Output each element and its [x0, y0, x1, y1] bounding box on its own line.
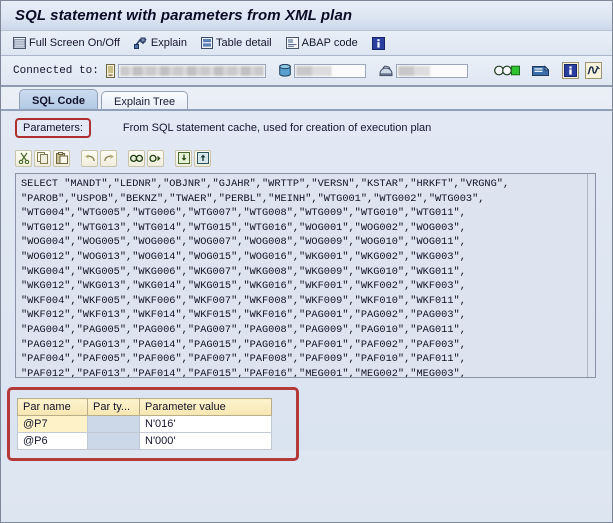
sql-code-line: "WTG004","WTG005","WTG006","WTG007","WTG… — [21, 207, 466, 220]
explain-label: Explain — [150, 37, 187, 49]
export-button[interactable] — [194, 149, 211, 167]
sql-code-line: "PAG012","PAG013","PAG014","PAG015","PAG… — [21, 338, 466, 351]
parameter-table[interactable]: Par name Par ty... Parameter value @P7 N… — [17, 398, 272, 450]
sql-code-line: "PAF012","PAF013","PAF014","PAF015","PAF… — [21, 367, 466, 377]
sql-code-line: "WKG012","WKG013","WKG014","WKG015","WKG… — [21, 280, 466, 293]
client-icon — [379, 64, 393, 77]
abap-code-label: ABAP code — [301, 37, 358, 49]
table-detail-icon — [200, 37, 213, 49]
import-button[interactable] — [175, 149, 192, 167]
connection-bar: Connected to: — [1, 56, 612, 87]
database-icon — [279, 64, 291, 77]
copy-icon — [36, 152, 49, 164]
page-title: SQL statement with parameters from XML p… — [15, 7, 353, 24]
system-name-field[interactable] — [117, 63, 266, 78]
sql-code-line: "PAG004","PAG005","PAG006","PAG007","PAG… — [21, 323, 466, 336]
table-header-row: Par name Par ty... Parameter value — [17, 398, 272, 416]
sql-code-line: "WKG004","WKG005","WKG006","WKG007","WKG… — [21, 265, 466, 278]
find-next-icon — [149, 153, 162, 164]
tab-sql-code[interactable]: SQL Code — [19, 89, 98, 111]
sql-code-line: SELECT "MANDT","LEDNR","OBJNR","GJAHR","… — [21, 178, 510, 190]
export-icon — [196, 152, 209, 164]
editor-toolbar — [1, 145, 612, 171]
parameters-description: From SQL statement cache, used for creat… — [122, 122, 432, 134]
sql-code-line: "WTG012","WTG013","WTG014","WTG015","WTG… — [21, 221, 466, 234]
sql-code-text[interactable]: SELECT "MANDT","LEDNR","OBJNR","GJAHR","… — [16, 174, 587, 377]
cell-par-name[interactable]: @P7 — [17, 415, 88, 433]
database-field[interactable] — [293, 63, 366, 78]
column-header-parameter-value[interactable]: Parameter value — [139, 398, 272, 416]
cell-par-name[interactable]: @P6 — [17, 432, 88, 450]
cell-par-type[interactable] — [87, 415, 140, 433]
connected-to-label: Connected to: — [13, 64, 99, 77]
table-detail-button[interactable]: Table detail — [200, 37, 272, 49]
column-header-par-type[interactable]: Par ty... — [87, 398, 140, 416]
sql-code-line: "PAROB","USPOB","BEKNZ","TWAER","PERBL",… — [21, 192, 485, 205]
sql-plan-window: SQL statement with parameters from XML p… — [0, 0, 613, 523]
client-field[interactable] — [395, 63, 468, 78]
explain-button[interactable]: Explain — [133, 37, 187, 49]
sql-code-line: "PAF004","PAF005","PAF006","PAF007","PAF… — [21, 353, 466, 366]
editor-right-margin — [587, 174, 595, 377]
redo-icon — [103, 152, 115, 164]
table-detail-label: Table detail — [215, 37, 272, 49]
sql-code-panel: Parameters: From SQL statement cache, us… — [1, 111, 612, 461]
redo-button[interactable] — [100, 149, 117, 167]
table-row[interactable]: @P6 N'000' — [17, 432, 272, 450]
sql-code-line: "WOG012","WOG013","WOG014","WOG015","WOG… — [21, 250, 466, 263]
signature-icon[interactable] — [585, 62, 602, 79]
tab-explain-tree[interactable]: Explain Tree — [100, 91, 189, 111]
tab-strip: SQL Code Explain Tree — [1, 87, 612, 111]
sql-code-editor[interactable]: SELECT "MANDT","LEDNR","OBJNR","GJAHR","… — [15, 173, 596, 378]
info-icon — [371, 36, 385, 50]
table-row[interactable]: @P7 N'016' — [17, 415, 272, 433]
import-icon — [177, 152, 190, 164]
paste-icon — [55, 152, 68, 164]
traffic-light-green-icon — [493, 65, 520, 76]
cell-parameter-value[interactable]: N'000' — [139, 432, 272, 450]
abap-code-button[interactable]: ABAP code — [285, 37, 358, 49]
explain-icon — [133, 37, 148, 49]
function-toolbar: Full Screen On/Off Explain Table detail … — [1, 31, 612, 56]
system-icon — [105, 63, 115, 78]
fullscreen-icon — [13, 37, 26, 49]
cut-button[interactable] — [15, 149, 32, 167]
info-button[interactable] — [371, 36, 388, 50]
full-screen-toggle-label: Full Screen On/Off — [29, 37, 120, 49]
cell-par-type[interactable] — [87, 432, 140, 450]
tab-sql-code-label: SQL Code — [32, 94, 85, 107]
full-screen-toggle-button[interactable]: Full Screen On/Off — [13, 37, 120, 49]
column-header-par-name[interactable]: Par name — [17, 398, 88, 416]
find-icon — [129, 153, 144, 164]
undo-icon — [84, 152, 96, 164]
find-button[interactable] — [128, 149, 145, 167]
paste-button[interactable] — [53, 149, 70, 167]
window-titlebar: SQL statement with parameters from XML p… — [1, 1, 612, 31]
cell-parameter-value[interactable]: N'016' — [139, 415, 272, 433]
parameters-label: Parameters: — [15, 118, 91, 138]
parameters-row: Parameters: From SQL statement cache, us… — [1, 111, 612, 145]
undo-button[interactable] — [81, 149, 98, 167]
abap-code-icon — [285, 37, 299, 49]
tab-underline — [1, 109, 612, 111]
sql-code-line: "WOG004","WOG005","WOG006","WOG007","WOG… — [21, 236, 466, 249]
copy-button[interactable] — [34, 149, 51, 167]
info-icon[interactable] — [562, 62, 579, 79]
tab-explain-tree-label: Explain Tree — [113, 95, 176, 108]
find-next-button[interactable] — [147, 149, 164, 167]
sql-code-line: "WKF012","WKF013","WKF014","WKF015","WKF… — [21, 309, 466, 322]
sql-code-line: "WKF004","WKF005","WKF006","WKF007","WKF… — [21, 294, 466, 307]
note-icon[interactable] — [531, 64, 550, 77]
parameter-table-zone: Par name Par ty... Parameter value @P7 N… — [1, 384, 612, 461]
cut-icon — [18, 152, 30, 165]
